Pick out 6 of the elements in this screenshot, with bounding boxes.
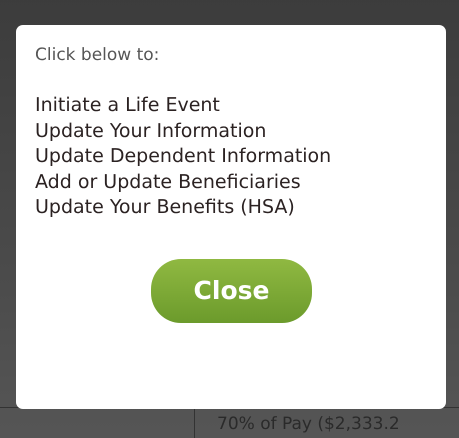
action-link[interactable]: Update Dependent Information xyxy=(35,144,332,170)
action-link[interactable]: Update Your Benefits (HSA) xyxy=(35,195,295,220)
dialog-heading: Click below to: xyxy=(35,44,160,67)
action-link[interactable]: Update Your Information xyxy=(35,118,266,144)
action-link[interactable]: Add or Update Beneficiaries xyxy=(35,170,301,195)
action-link[interactable]: Initiate a Life Event xyxy=(35,93,220,118)
